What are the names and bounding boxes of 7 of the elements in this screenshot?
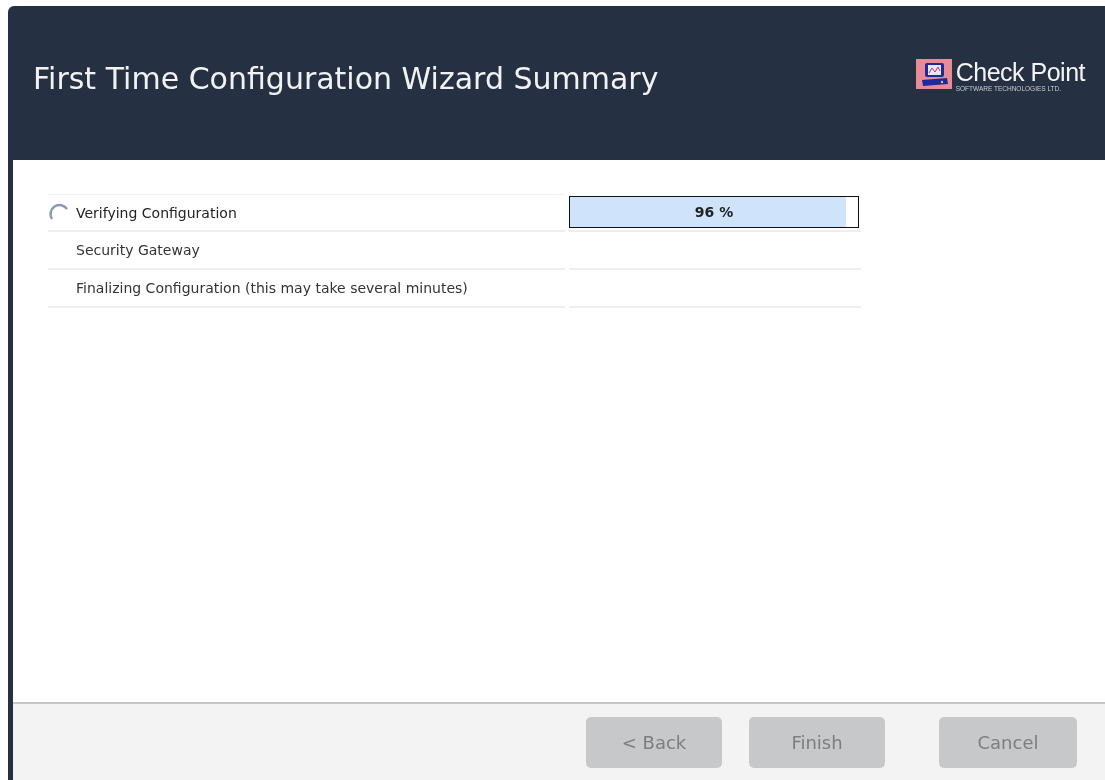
step-label: Security Gateway (76, 242, 200, 258)
wizard-title: First Time Configuration Wizard Summary (33, 60, 659, 96)
step-label: Verifying Configuration (76, 204, 237, 221)
computer-logo-icon (915, 59, 952, 89)
step-label: Finalizing Configuration (this may take several minutes) (76, 280, 468, 296)
brand-name: Check Point (955, 59, 1085, 85)
progress-reading: 96 % (694, 204, 734, 220)
